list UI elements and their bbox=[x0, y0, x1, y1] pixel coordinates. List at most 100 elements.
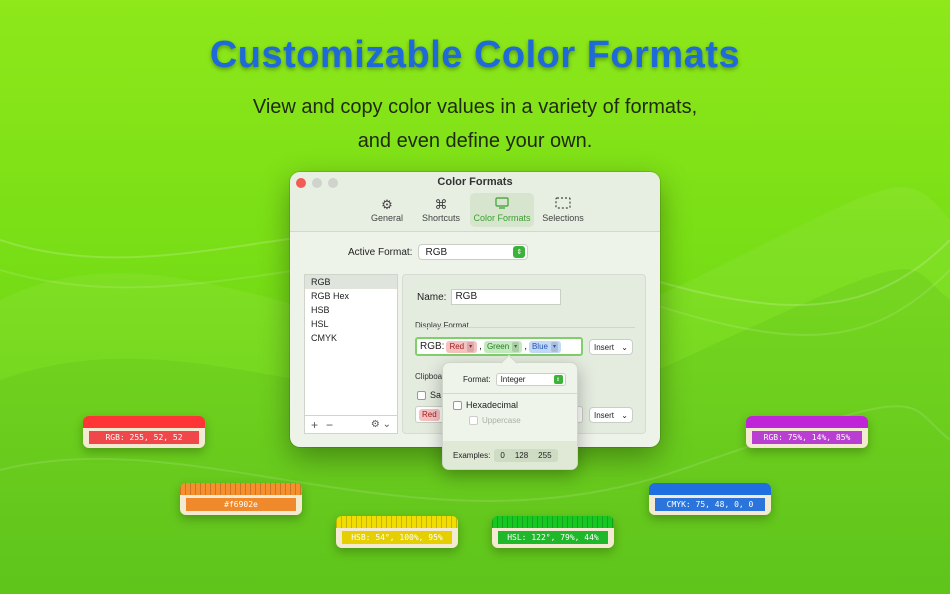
clipboard-checkbox-row[interactable]: Sa bbox=[417, 390, 441, 400]
number-format-value: Integer bbox=[500, 375, 526, 384]
tab-selections[interactable]: Selections bbox=[538, 193, 588, 227]
add-format-button[interactable]: + bbox=[311, 418, 318, 432]
swatch-label: HSL: 122°, 79%, 44% bbox=[498, 531, 608, 544]
headline: Customizable Color Formats bbox=[209, 34, 741, 76]
token-green[interactable]: Green ▾ bbox=[483, 340, 523, 353]
display-format-field[interactable]: RGB: Red ▾ , Green ▾ , Blue ▾ bbox=[415, 337, 583, 356]
gear-icon: ⚙ bbox=[381, 197, 393, 212]
examples-row: Examples: 0 128 255 bbox=[443, 441, 577, 469]
tab-color-formats-label: Color Formats bbox=[473, 213, 531, 223]
swatch-color bbox=[492, 516, 614, 528]
tab-color-formats[interactable]: Color Formats bbox=[470, 193, 534, 227]
titlebar: Color Formats ⚙ General ⌘ Shortcuts Colo… bbox=[290, 172, 660, 232]
hexadecimal-row[interactable]: Hexadecimal bbox=[453, 400, 518, 410]
swatch-label: CMYK: 75, 48, 0, 0 bbox=[655, 498, 765, 511]
example-value: 255 bbox=[538, 450, 552, 460]
swatch-card-hex: #f6902e bbox=[180, 483, 302, 515]
example-value: 128 bbox=[514, 450, 529, 460]
swatch-card-hsb: HSB: 54°, 100%, 95% bbox=[336, 516, 458, 548]
name-row: Name: RGB bbox=[417, 289, 562, 305]
clipboard-format-label: Clipboa bbox=[415, 372, 443, 381]
tab-general[interactable]: ⚙ General bbox=[362, 193, 412, 227]
swatch-label: HSB: 54°, 100%, 95% bbox=[342, 531, 452, 544]
active-format-label: Active Format: bbox=[348, 246, 413, 258]
list-item[interactable]: RGB Hex bbox=[305, 289, 397, 303]
uppercase-checkbox bbox=[469, 416, 478, 425]
swatch-label-area: HSB: 54°, 100%, 95% bbox=[336, 528, 458, 548]
list-footer: + − ⚙ ⌄ bbox=[305, 415, 397, 433]
token-blue-label: Blue bbox=[531, 341, 548, 351]
hexadecimal-checkbox[interactable] bbox=[453, 400, 462, 410]
name-label: Name: bbox=[417, 291, 447, 303]
tab-shortcuts-label: Shortcuts bbox=[421, 213, 461, 223]
chevron-down-icon: ⌄ bbox=[621, 410, 628, 420]
formats-list: RGB RGB Hex HSB HSL CMYK + − ⚙ ⌄ bbox=[304, 274, 398, 434]
list-item[interactable]: HSB bbox=[305, 303, 397, 317]
swatch-label: #f6902e bbox=[186, 498, 296, 511]
display-icon bbox=[495, 197, 509, 213]
token-options-popover: Format: Integer ⇕ Hexadecimal Uppercase … bbox=[442, 354, 578, 470]
updown-arrows-icon: ⇕ bbox=[513, 246, 526, 258]
swatch-label-area: RGB: 75%, 14%, 85% bbox=[746, 428, 868, 448]
display-format-divider bbox=[415, 327, 635, 328]
swatch-label: RGB: 75%, 14%, 85% bbox=[752, 431, 862, 444]
examples-values: 0 128 255 bbox=[494, 448, 558, 462]
number-format-label: Format: bbox=[463, 375, 491, 384]
name-field[interactable]: RGB bbox=[451, 289, 562, 305]
clipboard-checkbox-label: Sa bbox=[430, 390, 442, 400]
swatch-label-area: #f6902e bbox=[180, 495, 302, 515]
uppercase-label: Uppercase bbox=[482, 416, 521, 425]
uppercase-row: Uppercase bbox=[469, 416, 521, 425]
clipboard-insert-button[interactable]: Insert ⌄ bbox=[589, 407, 633, 423]
swatch-card-rgb-percent: RGB: 75%, 14%, 85% bbox=[746, 416, 868, 448]
swatch-card-hsl: HSL: 122°, 79%, 44% bbox=[492, 516, 614, 548]
chevron-down-icon: ▾ bbox=[512, 341, 520, 352]
active-format-value: RGB bbox=[425, 246, 448, 258]
swatch-color bbox=[746, 416, 868, 428]
token-separator: , bbox=[479, 341, 482, 352]
swatch-color bbox=[83, 416, 205, 428]
active-format-row: Active Format: RGB ⇕ bbox=[348, 244, 529, 260]
token-blue[interactable]: Blue ▾ bbox=[528, 340, 561, 353]
chevron-down-icon: ⌄ bbox=[621, 342, 628, 352]
token-red-label: Red bbox=[449, 341, 465, 351]
insert-button[interactable]: Insert ⌄ bbox=[589, 339, 633, 355]
chevron-down-icon: ▾ bbox=[467, 341, 475, 352]
examples-label: Examples: bbox=[453, 450, 491, 460]
display-prefix: RGB: bbox=[420, 341, 445, 352]
list-item[interactable]: RGB bbox=[305, 275, 397, 289]
command-icon: ⌘ bbox=[434, 197, 448, 212]
display-format-label: Display Format bbox=[415, 321, 469, 330]
example-value: 0 bbox=[500, 450, 505, 460]
swatch-card-cmyk: CMYK: 75, 48, 0, 0 bbox=[649, 483, 771, 515]
token-red[interactable]: Red bbox=[419, 408, 440, 421]
swatch-label: RGB: 255, 52, 52 bbox=[89, 431, 199, 444]
popover-divider bbox=[443, 393, 577, 394]
list-item[interactable]: HSL bbox=[305, 317, 397, 331]
preferences-toolbar: ⚙ General ⌘ Shortcuts Color Formats Sele… bbox=[290, 193, 660, 227]
tab-shortcuts[interactable]: ⌘ Shortcuts bbox=[416, 193, 466, 227]
hexadecimal-label: Hexadecimal bbox=[466, 400, 519, 410]
updown-arrows-icon: ⇕ bbox=[553, 375, 563, 384]
selection-icon bbox=[555, 197, 571, 213]
action-menu-button[interactable]: ⚙ ⌄ bbox=[371, 419, 391, 430]
swatch-label-area: HSL: 122°, 79%, 44% bbox=[492, 528, 614, 548]
remove-format-button[interactable]: − bbox=[326, 418, 333, 432]
swatch-label-area: CMYK: 75, 48, 0, 0 bbox=[649, 495, 771, 515]
swatch-label-area: RGB: 255, 52, 52 bbox=[83, 428, 205, 448]
swatch-color bbox=[336, 516, 458, 528]
swatch-color bbox=[649, 483, 771, 495]
number-format-row: Format: Integer ⇕ bbox=[463, 373, 566, 386]
token-red[interactable]: Red ▾ bbox=[446, 340, 478, 353]
chevron-down-icon: ▾ bbox=[550, 341, 558, 352]
swatch-card-rgb: RGB: 255, 52, 52 bbox=[83, 416, 205, 448]
subtitle-line-1: View and copy color values in a variety … bbox=[252, 96, 698, 118]
insert-label: Insert bbox=[594, 410, 615, 420]
number-format-popup[interactable]: Integer ⇕ bbox=[495, 373, 566, 386]
tab-general-label: General bbox=[370, 213, 404, 223]
token-separator: , bbox=[524, 341, 527, 352]
insert-label: Insert bbox=[594, 342, 615, 352]
list-item[interactable]: CMYK bbox=[305, 331, 397, 345]
clipboard-checkbox[interactable] bbox=[417, 390, 426, 400]
active-format-popup[interactable]: RGB ⇕ bbox=[418, 244, 529, 260]
